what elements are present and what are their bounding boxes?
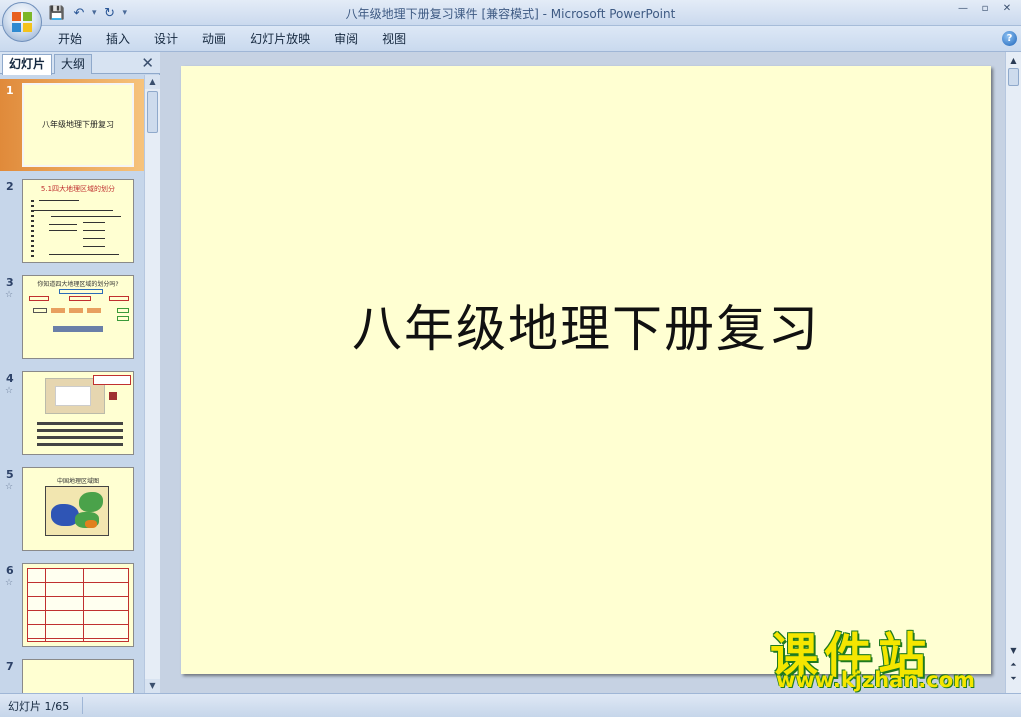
slide-scrollbar[interactable]: ▲ ▼ ⏶ ⏷ [1005, 52, 1021, 693]
slide-number: 1 [6, 84, 14, 97]
slide-thumbnail-7[interactable]: 7 [0, 655, 144, 693]
slide-number: 2 [6, 180, 14, 193]
status-bar: 幻灯片 1/65 [0, 693, 1021, 717]
watermark: 课件站 www.kjzhan.com [770, 620, 1010, 692]
slide-preview [22, 659, 134, 693]
office-button[interactable] [2, 2, 42, 42]
help-icon[interactable]: ? [1002, 31, 1017, 46]
slide-title[interactable]: 八年级地理下册复习 [181, 289, 991, 361]
slide-thumbnail-4[interactable]: 4 ☆ [0, 367, 144, 459]
thumbnail-title: 八年级地理下册复习 [42, 120, 114, 129]
office-logo-icon [12, 12, 32, 32]
animation-star-icon: ☆ [5, 386, 14, 396]
tab-outline[interactable]: 大纲 [54, 54, 93, 74]
tab-home[interactable]: 开始 [46, 26, 94, 52]
thumbnail-title: 中国地理区域图 [56, 478, 99, 485]
tab-insert[interactable]: 插入 [94, 26, 142, 52]
window-controls: — ▫ ✕ [953, 2, 1017, 16]
animation-star-icon: ☆ [5, 578, 14, 588]
slide-thumbnail-3[interactable]: 3 ☆ 你知道四大地理区域的划分吗? [0, 271, 144, 363]
thumbnail-title: 5.1四大地理区域的划分 [40, 185, 116, 193]
ribbon-tabs: 开始 插入 设计 动画 幻灯片放映 审阅 视图 [46, 26, 418, 52]
slide-thumbnail-2[interactable]: 2 5.1四大地理区域的划分 [0, 175, 144, 267]
slide-thumbnail-1[interactable]: 1 八年级地理下册复习 [0, 79, 144, 171]
current-slide[interactable]: 八年级地理下册复习 [181, 66, 991, 674]
slide-preview [22, 371, 134, 455]
slide-thumbnail-5[interactable]: 5 ☆ 中国地理区域图 [0, 463, 144, 555]
tab-design[interactable]: 设计 [142, 26, 190, 52]
restore-button[interactable]: ▫ [975, 2, 995, 16]
scrollbar-thumb[interactable] [1008, 68, 1019, 86]
slide-number: 3 [6, 276, 14, 289]
thumbnail-scrollbar[interactable]: ▲ ▼ [144, 75, 160, 693]
slide-preview [22, 563, 134, 647]
slide-number: 6 [6, 564, 14, 577]
slide-thumbnail-6[interactable]: 6 ☆ [0, 559, 144, 651]
slide-counter: 幻灯片 1/65 [8, 700, 70, 713]
slide-preview: 中国地理区域图 [22, 467, 134, 551]
scroll-down-icon[interactable]: ▼ [145, 679, 160, 693]
slide-preview: 你知道四大地理区域的划分吗? [22, 275, 134, 359]
close-panel-icon[interactable]: ✕ [141, 54, 154, 72]
tab-view[interactable]: 视图 [370, 26, 418, 52]
ribbon: 开始 插入 设计 动画 幻灯片放映 审阅 视图 ? [0, 26, 1021, 52]
thumbnail-list: 1 八年级地理下册复习 2 5.1四大地理区域的划分 3 ☆ 你知道四大地理区域… [0, 75, 144, 693]
slides-panel: 幻灯片 大纲 ✕ 1 八年级地理下册复习 2 5.1四大地理区域的划分 3 ☆ … [0, 52, 160, 693]
close-window-button[interactable]: ✕ [997, 2, 1017, 16]
slide-number: 4 [6, 372, 14, 385]
slide-number: 7 [6, 660, 14, 673]
minimize-button[interactable]: — [953, 2, 973, 16]
status-divider [82, 697, 83, 714]
tab-slide-show[interactable]: 幻灯片放映 [238, 26, 322, 52]
scroll-up-icon[interactable]: ▲ [1006, 54, 1021, 67]
slide-preview: 八年级地理下册复习 [22, 83, 134, 167]
watermark-url: www.kjzhan.com [776, 668, 976, 692]
slide-editor: 八年级地理下册复习 [161, 52, 1005, 693]
title-bar: 💾 ↶ ▾ ↻ ▾ 八年级地理下册复习课件 [兼容模式] - Microsoft… [0, 0, 1021, 26]
slide-preview: 5.1四大地理区域的划分 [22, 179, 134, 263]
window-title: 八年级地理下册复习课件 [兼容模式] - Microsoft PowerPoin… [345, 7, 676, 21]
animation-star-icon: ☆ [5, 482, 14, 492]
tab-review[interactable]: 审阅 [322, 26, 370, 52]
slide-number: 5 [6, 468, 14, 481]
tab-animations[interactable]: 动画 [190, 26, 238, 52]
scrollbar-thumb[interactable] [147, 91, 158, 133]
thumbnail-title: 你知道四大地理区域的划分吗? [37, 281, 119, 288]
tab-slides[interactable]: 幻灯片 [2, 54, 53, 75]
animation-star-icon: ☆ [5, 290, 14, 300]
panel-tabs: 幻灯片 大纲 ✕ [0, 52, 160, 75]
scroll-up-icon[interactable]: ▲ [145, 75, 160, 89]
